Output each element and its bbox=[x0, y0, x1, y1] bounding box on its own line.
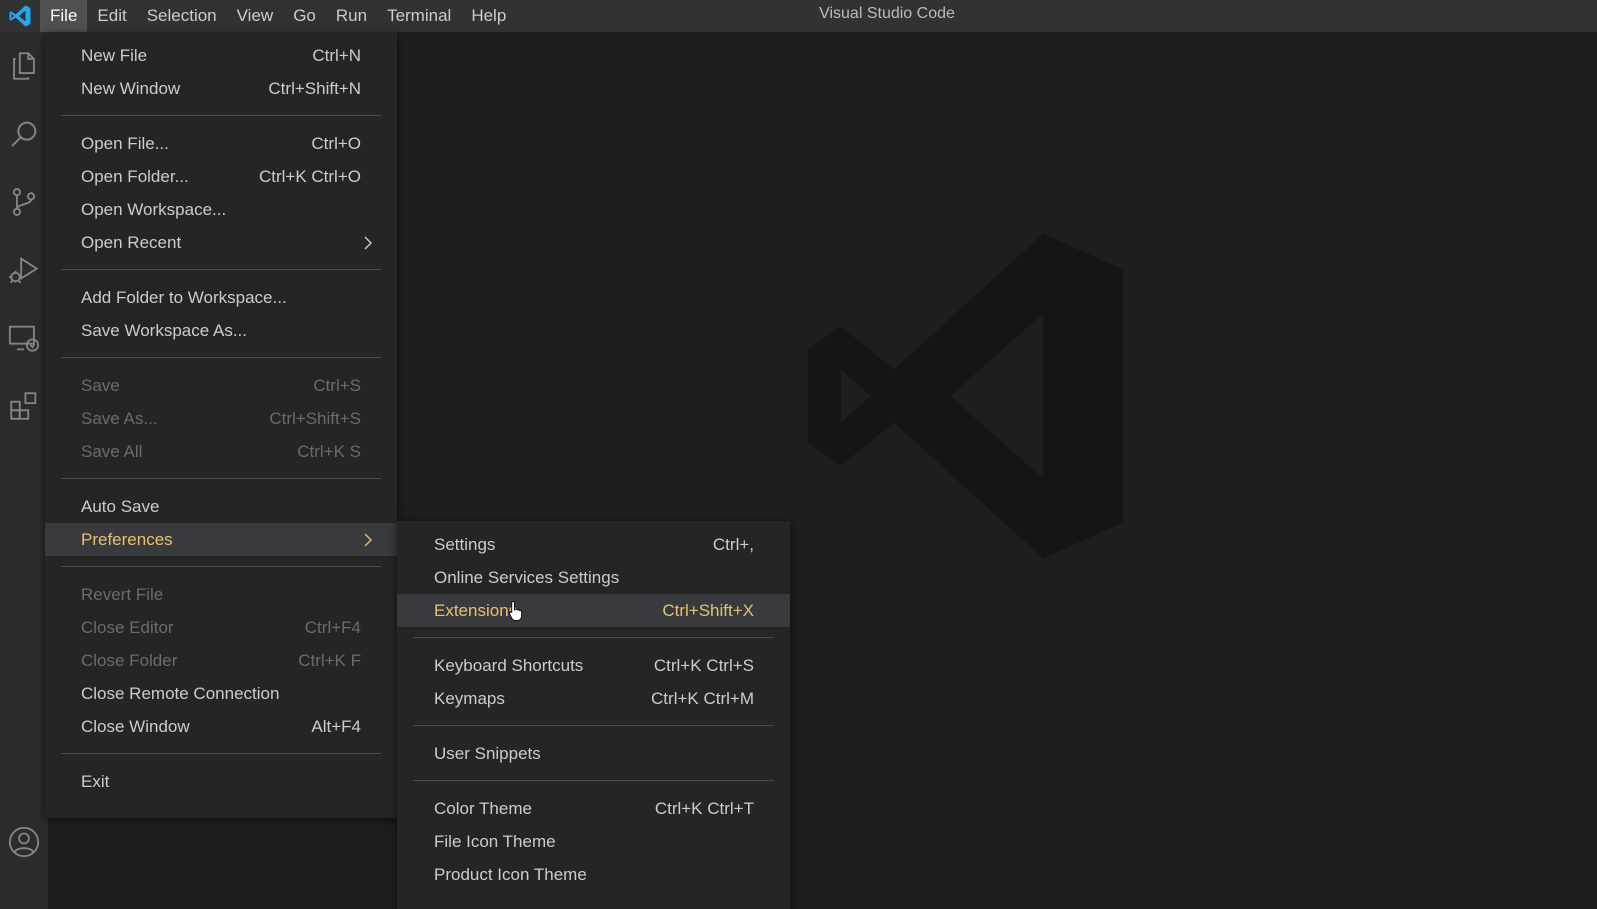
hand-pointer-icon bbox=[508, 600, 523, 621]
menu-view[interactable]: View bbox=[227, 0, 284, 32]
account-icon[interactable] bbox=[0, 818, 48, 866]
menu-file[interactable]: File bbox=[40, 0, 88, 32]
menu-separator bbox=[61, 566, 381, 567]
menu-item-open-folder[interactable]: Open Folder... Ctrl+K Ctrl+O bbox=[45, 160, 397, 193]
menu-item-add-folder-to-workspace[interactable]: Add Folder to Workspace... bbox=[45, 281, 397, 314]
title-bar: File Edit Selection View Go Run Terminal… bbox=[0, 0, 1597, 32]
explorer-icon[interactable] bbox=[0, 42, 48, 90]
vscode-watermark-icon bbox=[807, 233, 1124, 559]
menu-item-close-folder: Close Folder Ctrl+K F bbox=[81, 650, 361, 670]
menu-item-save: Save Ctrl+S bbox=[81, 375, 361, 395]
menu-run[interactable]: Run bbox=[326, 0, 377, 32]
menu-item-close-window[interactable]: Close Window Alt+F4 bbox=[45, 710, 397, 743]
menu-separator bbox=[413, 637, 774, 638]
menu-separator bbox=[61, 478, 381, 479]
file-menu: New File Ctrl+N New Window Ctrl+Shift+N … bbox=[45, 32, 397, 818]
menu-item-close-remote-connection[interactable]: Close Remote Connection bbox=[45, 677, 397, 710]
menu-item-file-icon-theme[interactable]: File Icon Theme bbox=[397, 825, 790, 858]
menu-item-user-snippets[interactable]: User Snippets bbox=[397, 737, 790, 770]
menu-item-settings[interactable]: Settings Ctrl+, bbox=[397, 528, 790, 561]
chevron-right-icon bbox=[364, 236, 372, 250]
menu-item-new-window[interactable]: New Window Ctrl+Shift+N bbox=[45, 72, 397, 105]
menu-item-save-all: Save All Ctrl+K S bbox=[81, 441, 361, 461]
menu-separator bbox=[61, 357, 381, 358]
menu-item-open-recent[interactable]: Open Recent bbox=[45, 226, 397, 259]
menu-item-revert-file: Revert File bbox=[81, 584, 164, 604]
menu-selection[interactable]: Selection bbox=[137, 0, 227, 32]
chevron-right-icon bbox=[364, 533, 372, 547]
vscode-logo-icon bbox=[0, 0, 40, 32]
menu-item-close-editor: Close Editor Ctrl+F4 bbox=[81, 617, 361, 637]
menu-help[interactable]: Help bbox=[461, 0, 516, 32]
run-debug-icon[interactable] bbox=[0, 246, 48, 294]
menu-item-open-file[interactable]: Open File... Ctrl+O bbox=[45, 127, 397, 160]
menu-terminal[interactable]: Terminal bbox=[377, 0, 461, 32]
source-control-icon[interactable] bbox=[0, 178, 48, 226]
menu-item-keymaps[interactable]: Keymaps Ctrl+K Ctrl+M bbox=[397, 682, 790, 715]
menu-item-open-workspace[interactable]: Open Workspace... bbox=[45, 193, 397, 226]
menu-item-save-workspace-as[interactable]: Save Workspace As... bbox=[45, 314, 397, 347]
menu-separator bbox=[61, 753, 381, 754]
menu-item-preferences[interactable]: Preferences bbox=[45, 523, 397, 556]
menu-item-product-icon-theme[interactable]: Product Icon Theme bbox=[397, 858, 790, 891]
menu-item-auto-save[interactable]: Auto Save bbox=[45, 490, 397, 523]
search-icon[interactable] bbox=[0, 110, 48, 158]
activity-bar bbox=[0, 32, 48, 909]
menu-go[interactable]: Go bbox=[283, 0, 326, 32]
menu-separator bbox=[413, 725, 774, 726]
menu-item-keyboard-shortcuts[interactable]: Keyboard Shortcuts Ctrl+K Ctrl+S bbox=[397, 649, 790, 682]
menu-separator bbox=[61, 115, 381, 116]
menu-bar: File Edit Selection View Go Run Terminal… bbox=[40, 0, 516, 32]
menu-separator bbox=[61, 269, 381, 270]
menu-item-extensions[interactable]: Extensions Ctrl+Shift+X bbox=[397, 594, 790, 627]
extensions-icon[interactable] bbox=[0, 382, 48, 430]
menu-edit[interactable]: Edit bbox=[87, 0, 136, 32]
menu-item-exit[interactable]: Exit bbox=[45, 765, 397, 798]
menu-separator bbox=[413, 780, 774, 781]
menu-item-online-services-settings[interactable]: Online Services Settings bbox=[397, 561, 790, 594]
vscode-window: File Edit Selection View Go Run Terminal… bbox=[0, 0, 1597, 909]
preferences-submenu: Settings Ctrl+, Online Services Settings… bbox=[397, 521, 790, 909]
menu-item-new-file[interactable]: New File Ctrl+N bbox=[45, 39, 397, 72]
menu-item-color-theme[interactable]: Color Theme Ctrl+K Ctrl+T bbox=[397, 792, 790, 825]
remote-explorer-icon[interactable] bbox=[0, 314, 48, 362]
menu-item-save-as: Save As... Ctrl+Shift+S bbox=[81, 408, 361, 428]
